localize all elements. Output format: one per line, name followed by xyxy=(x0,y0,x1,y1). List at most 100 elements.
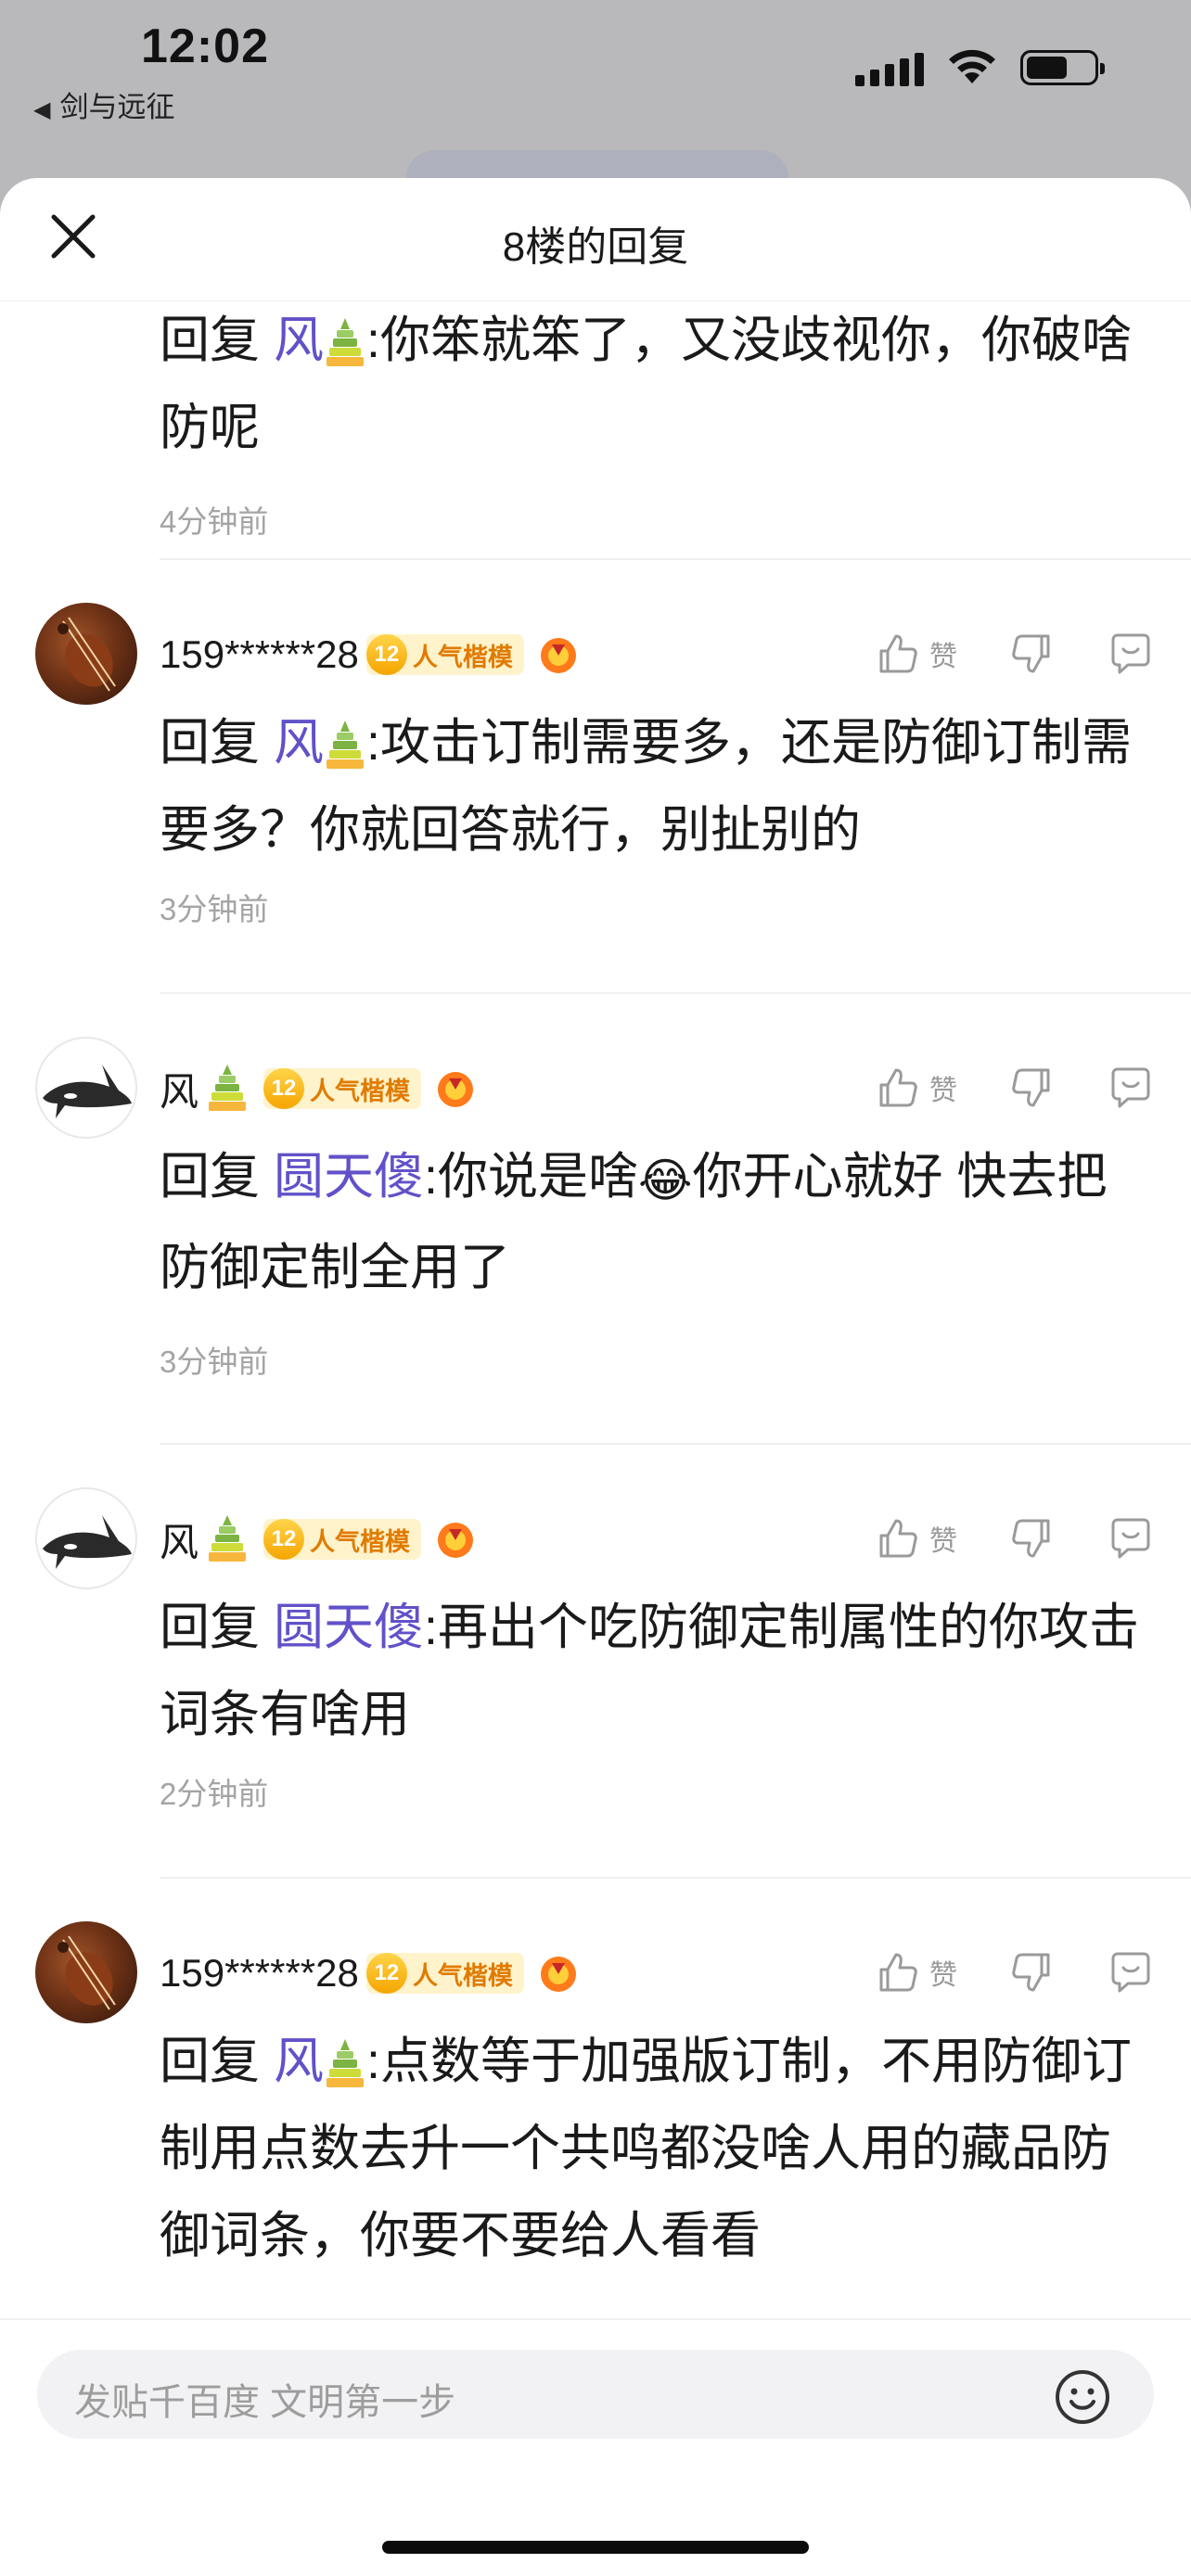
dislike-button[interactable] xyxy=(1009,631,1056,677)
thumbs-up-icon xyxy=(879,1519,917,1558)
thumbs-up-icon xyxy=(879,1068,917,1107)
reply-label: 回复 xyxy=(160,715,260,771)
status-icons xyxy=(855,48,1105,87)
comment-actions: 赞 xyxy=(874,1515,1154,1562)
level-number: 12 xyxy=(263,1519,305,1560)
thumbs-up-icon xyxy=(879,1953,917,1992)
like-button[interactable]: 赞 xyxy=(874,631,1009,677)
mention-name: 风 xyxy=(274,312,325,368)
home-indicator[interactable] xyxy=(382,2541,809,2554)
mention-name: 风 xyxy=(274,715,325,771)
pagoda-badge-icon xyxy=(327,2038,365,2087)
reply-text: 回复 圆天傻:再出个吃防御定制属性的你攻击词条有啥用 xyxy=(160,1584,1152,1758)
user-row: 159******28 12 人气楷模 xyxy=(160,627,580,682)
comment-bubble-icon xyxy=(1111,633,1150,674)
replies-sheet: 8楼的回复 回复 风:你笨就笨了，又没歧视你，你破啥防呢 4分钟前 159**… xyxy=(0,178,1191,2576)
time-ago: 3分钟前 xyxy=(160,892,269,926)
level-title: 人气楷模 xyxy=(310,1077,411,1105)
mention-link[interactable]: 圆天傻 xyxy=(274,1149,424,1205)
list-item: 159******28 12 人气楷模 赞 xyxy=(35,558,1191,992)
pagoda-badge-icon xyxy=(209,1065,247,1111)
avatar[interactable] xyxy=(35,1921,137,2023)
time-ago: 3分钟前 xyxy=(160,1345,269,1379)
like-label: 赞 xyxy=(929,642,957,672)
username[interactable]: 风 xyxy=(160,1061,198,1117)
list-item: 风 12 人气楷模 赞 xyxy=(35,1443,1191,1877)
reply-text: 回复 圆天傻:你说是啥😂你开心就好 快去把防御定制全用了 xyxy=(160,1133,1152,1311)
back-arrow-icon: ◀ xyxy=(33,97,51,122)
mention-name: 圆天傻 xyxy=(274,1600,425,1655)
mention-name: 风 xyxy=(274,2034,325,2089)
comment-actions: 赞 xyxy=(874,1065,1154,1111)
list-item: 风 12 人气楷模 赞 xyxy=(35,992,1191,1443)
like-button[interactable]: 赞 xyxy=(874,1949,1009,1996)
reply-list[interactable]: 回复 风:你笨就笨了，又没歧视你，你破啥防呢 4分钟前 159******28 xyxy=(0,300,1191,2311)
level-badge: 12 人气楷模 xyxy=(365,1953,524,1994)
pagoda-badge-icon xyxy=(327,720,365,769)
thumbs-up-icon xyxy=(879,634,917,673)
thumbs-down-icon xyxy=(1012,634,1050,673)
list-item: 回复 风:你笨就笨了，又没歧视你，你破啥防呢 4分钟前 xyxy=(0,300,1191,558)
mention-name: 圆天傻 xyxy=(274,1149,425,1205)
comment-bubble-icon xyxy=(1111,1518,1150,1559)
reply-label: 回复 xyxy=(160,1600,260,1655)
cellular-signal-icon xyxy=(855,49,924,86)
reply-label: 回复 xyxy=(160,312,260,368)
dislike-button[interactable] xyxy=(1009,1515,1056,1562)
mention-link[interactable]: 风 xyxy=(274,312,324,368)
orca-avatar-icon xyxy=(43,1065,132,1118)
pagoda-badge-icon xyxy=(327,317,365,366)
mention-link[interactable]: 风 xyxy=(274,2034,324,2089)
comment-actions: 赞 xyxy=(874,1949,1154,1996)
like-button[interactable]: 赞 xyxy=(874,1515,1009,1562)
avatar[interactable] xyxy=(35,1487,137,1589)
reply-button[interactable] xyxy=(1108,1515,1154,1562)
like-label: 赞 xyxy=(929,1960,957,1991)
reply-label: 回复 xyxy=(160,1149,260,1205)
reply-text: 回复 风:攻击订制需要多，还是防御订制需要多？你就回答就行，别扯别的 xyxy=(160,699,1152,874)
level-title: 人气楷模 xyxy=(310,1527,411,1556)
username[interactable]: 159******28 xyxy=(160,1951,359,1996)
level-title: 人气楷模 xyxy=(412,643,513,671)
medal-icon xyxy=(438,1072,474,1107)
reply-input[interactable]: 发贴千百度 文明第一步 xyxy=(37,2350,1154,2439)
dislike-button[interactable] xyxy=(1009,1065,1056,1111)
mention-link[interactable]: 风 xyxy=(274,715,324,771)
comment-bubble-icon xyxy=(1111,1067,1150,1108)
reply-button[interactable] xyxy=(1108,1949,1154,1996)
thumbs-down-icon xyxy=(1012,1519,1050,1558)
level-title: 人气楷模 xyxy=(412,1961,513,1990)
reply-input-placeholder: 发贴千百度 文明第一步 xyxy=(74,2382,456,2423)
battery-icon xyxy=(1020,50,1105,85)
comment-bubble-icon xyxy=(1111,1952,1150,1993)
wifi-icon xyxy=(949,49,995,83)
medal-icon xyxy=(540,638,576,673)
time-ago: 2分钟前 xyxy=(160,1777,269,1811)
user-row: 159******28 12 人气楷模 xyxy=(160,1945,580,2001)
level-badge: 12 人气楷模 xyxy=(365,634,524,675)
username[interactable]: 风 xyxy=(160,1511,198,1568)
user-row: 风 12 人气楷模 xyxy=(160,1511,477,1567)
avatar[interactable] xyxy=(35,1037,137,1139)
list-item: 159******28 12 人气楷模 赞 xyxy=(35,1877,1191,2311)
emoji-smile-icon[interactable] xyxy=(1054,2368,1111,2426)
level-number: 12 xyxy=(365,634,407,675)
reply-body-prefix: :你说是啥 xyxy=(424,1149,639,1205)
violin-avatar-icon xyxy=(58,617,116,692)
back-to-app-link[interactable]: ◀ 剑与远征 xyxy=(33,83,174,125)
dislike-button[interactable] xyxy=(1009,1949,1056,1996)
like-button[interactable]: 赞 xyxy=(874,1065,1009,1111)
reply-label: 回复 xyxy=(160,2034,260,2089)
reply-button[interactable] xyxy=(1108,1065,1154,1111)
comment-actions: 赞 xyxy=(874,631,1154,677)
level-number: 12 xyxy=(365,1953,407,1994)
reply-text: 回复 风:点数等于加强版订制，不用防御订制用点数去升一个共鸣都没啥人用的藏品防御… xyxy=(160,2018,1152,2279)
like-label: 赞 xyxy=(929,1526,957,1557)
sheet-header: 8楼的回复 xyxy=(0,178,1191,301)
avatar[interactable] xyxy=(35,603,137,705)
mention-link[interactable]: 圆天傻 xyxy=(274,1600,424,1655)
username[interactable]: 159******28 xyxy=(160,632,359,677)
pagoda-badge-icon xyxy=(209,1515,247,1562)
reply-button[interactable] xyxy=(1108,631,1154,677)
orca-avatar-icon xyxy=(43,1515,132,1569)
